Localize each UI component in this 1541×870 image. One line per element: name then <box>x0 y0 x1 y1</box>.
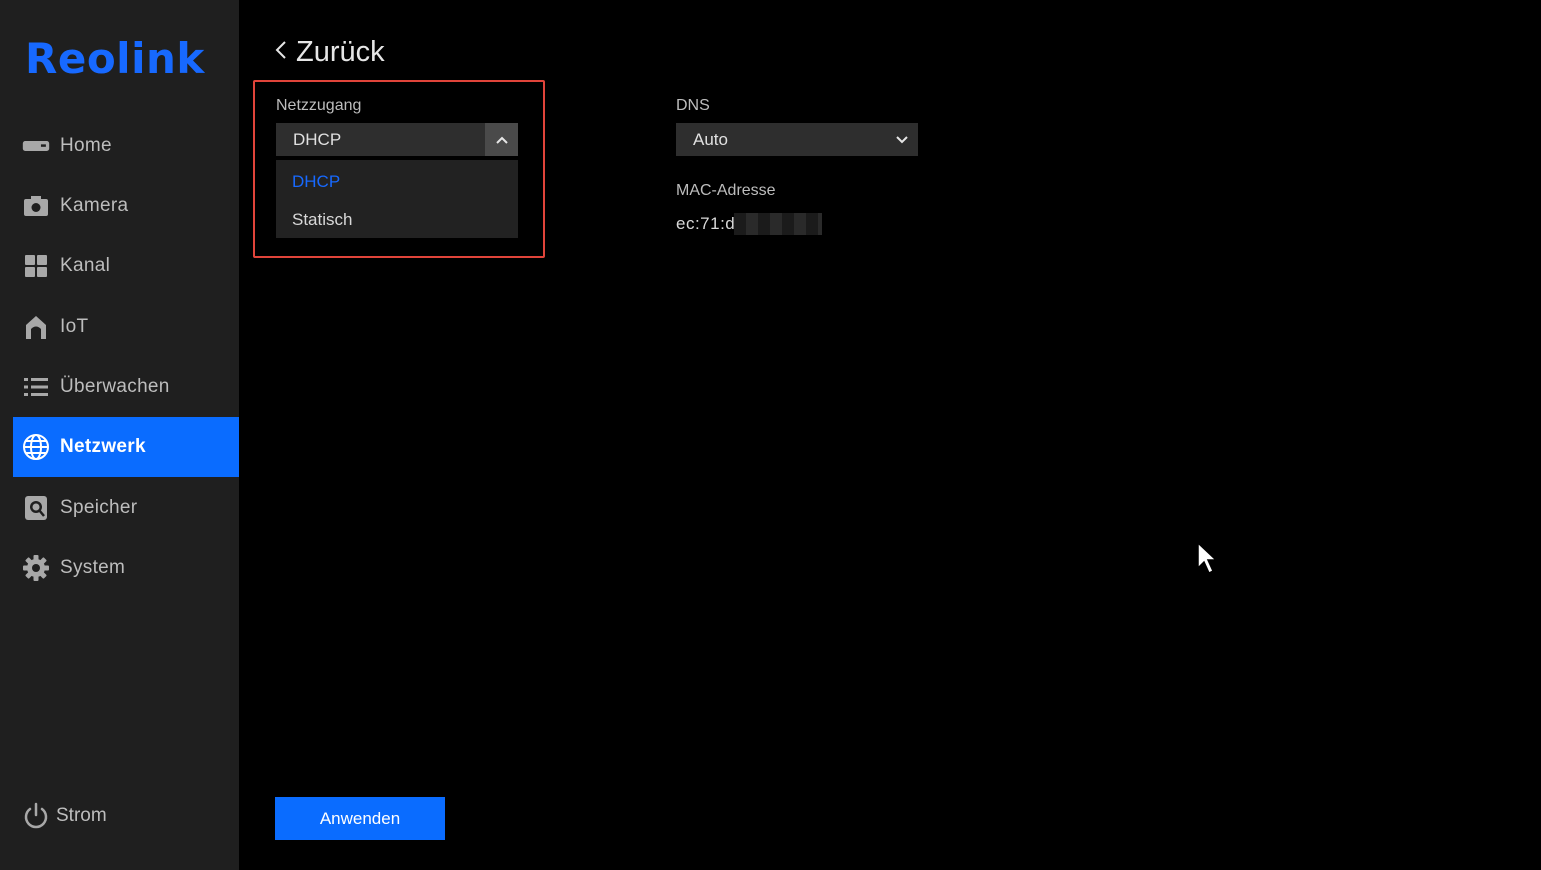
sidebar-item-label: Überwachen <box>60 376 170 397</box>
chevron-left-icon <box>274 40 288 65</box>
list-icon <box>22 373 50 401</box>
sidebar-item-label: Home <box>60 135 112 156</box>
sidebar-item-iot[interactable]: IoT <box>13 297 239 357</box>
chevron-up-icon[interactable] <box>485 123 518 156</box>
storage-icon <box>22 494 50 522</box>
sidebar-item-ueberwachen[interactable]: Überwachen <box>13 357 239 417</box>
sidebar: Reolink Home Kamera Kanal IoT Überwachen <box>0 0 239 870</box>
sidebar-item-kanal[interactable]: Kanal <box>13 236 239 296</box>
netzzugang-dropdown: DHCP Statisch <box>276 160 518 238</box>
mac-value: ec:71:d <box>676 214 736 233</box>
sidebar-item-label: IoT <box>60 316 89 337</box>
camera-icon <box>22 192 50 220</box>
sidebar-item-system[interactable]: System <box>13 538 239 598</box>
dns-label: DNS <box>676 97 710 114</box>
mouse-cursor-icon <box>1196 541 1220 581</box>
gear-icon <box>22 554 50 582</box>
back-label: Zurück <box>296 36 385 68</box>
dns-select[interactable]: Auto <box>676 123 918 156</box>
sidebar-item-speicher[interactable]: Speicher <box>13 478 239 538</box>
back-button[interactable]: Zurück <box>274 36 385 69</box>
sidebar-item-label: Netzwerk <box>60 436 146 457</box>
sidebar-item-home[interactable]: Home <box>13 116 239 176</box>
house-icon <box>22 313 50 341</box>
sidebar-item-label: System <box>60 557 126 578</box>
netzzugang-select[interactable]: DHCP <box>276 123 518 156</box>
power-button[interactable]: Strom <box>13 786 239 846</box>
power-label: Strom <box>56 805 107 826</box>
power-icon <box>22 802 50 830</box>
chevron-down-icon <box>885 123 918 156</box>
option-statisch[interactable]: Statisch <box>292 210 352 230</box>
netzzugang-value: DHCP <box>293 129 342 149</box>
sidebar-item-label: Kamera <box>60 195 129 216</box>
grid-icon <box>22 252 50 280</box>
sidebar-item-label: Speicher <box>60 497 138 518</box>
apply-button[interactable]: Anwenden <box>275 797 445 840</box>
dns-value: Auto <box>693 129 728 149</box>
mac-redaction <box>734 213 822 235</box>
sidebar-item-netzwerk[interactable]: Netzwerk <box>13 417 239 477</box>
globe-icon <box>22 433 50 461</box>
netzzugang-label: Netzzugang <box>276 97 362 114</box>
mac-label: MAC-Adresse <box>676 182 776 199</box>
home-tv-icon <box>22 132 50 160</box>
sidebar-item-label: Kanal <box>60 255 111 276</box>
option-dhcp[interactable]: DHCP <box>292 172 340 192</box>
sidebar-item-kamera[interactable]: Kamera <box>13 176 239 236</box>
reolink-logo: Reolink <box>25 34 205 83</box>
